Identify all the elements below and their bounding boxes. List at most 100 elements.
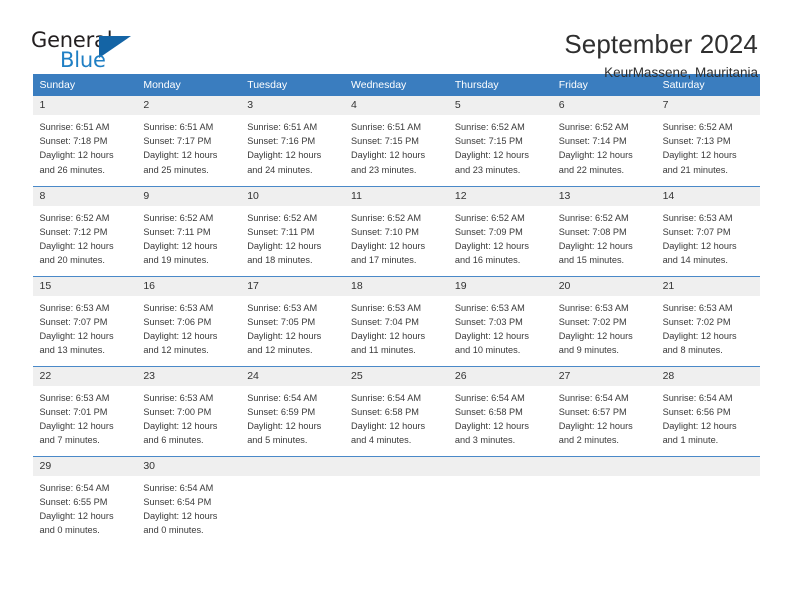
- day-number: 20: [551, 276, 656, 296]
- calendar-day-cell[interactable]: 27 Sunrise: 6:54 AM Sunset: 6:57 PM Dayligh…: [551, 365, 656, 456]
- sunrise-time: Sunrise: 6:54 AM: [454, 392, 525, 403]
- calendar-day-cell[interactable]: 2 Sunrise: 6:51 AM Sunset: 7:17 PM Daylight…: [136, 96, 241, 186]
- calendar-day-cell-empty: [240, 455, 345, 546]
- calendar-body: 1 Sunrise: 6:51 AM Sunset: 7:18 PM Daylight…: [32, 96, 760, 546]
- sunrise-time: Sunrise: 6:52 AM: [662, 122, 733, 132]
- day-details: Sunrise: 6:54 AM Sunset: 6:55 PM Daylight:…: [33, 476, 137, 538]
- calendar-day-cell[interactable]: 30 Sunrise: 6:54 AM Sunset: 6:54 PM Dayligh…: [136, 455, 241, 546]
- day-details: Sunrise: 6:52 AM Sunset: 7:08 PM Daylight:…: [552, 206, 656, 268]
- daylight-duration-line1: Daylight: 12 hours: [39, 240, 114, 251]
- calendar-day-cell[interactable]: 14 Sunrise: 6:53 AM Sunset: 7:07 PM Dayligh…: [655, 185, 760, 276]
- sunrise-time: Sunrise: 6:53 AM: [662, 302, 733, 313]
- daylight-duration-line2: and 12 minutes.: [143, 345, 209, 356]
- daylight-duration-line2: and 9 minutes.: [558, 345, 619, 356]
- title-block: September 2024 KeurMassene, Mauritania: [564, 28, 758, 83]
- calendar-day-cell[interactable]: 22 Sunrise: 6:53 AM Sunset: 7:01 PM Dayligh…: [32, 365, 137, 456]
- sunrise-time: Sunrise: 6:52 AM: [454, 122, 525, 132]
- daylight-duration-line2: and 10 minutes.: [454, 345, 521, 356]
- sunset-time: Sunset: 7:03 PM: [454, 316, 523, 327]
- calendar-day-cell[interactable]: 16 Sunrise: 6:53 AM Sunset: 7:06 PM Dayligh…: [136, 275, 241, 366]
- day-number: 26: [447, 366, 552, 386]
- calendar-day-cell[interactable]: 18 Sunrise: 6:53 AM Sunset: 7:04 PM Dayligh…: [344, 275, 448, 366]
- calendar-day-cell[interactable]: 6 Sunrise: 6:52 AM Sunset: 7:14 PM Daylight…: [551, 96, 656, 186]
- daylight-duration-line1: Daylight: 12 hours: [39, 510, 114, 521]
- sunset-time: Sunset: 7:15 PM: [351, 136, 419, 147]
- daylight-duration-line2: and 26 minutes.: [39, 164, 105, 175]
- calendar-day-cell[interactable]: 24 Sunrise: 6:54 AM Sunset: 6:59 PM Dayligh…: [240, 365, 345, 456]
- sunset-time: Sunset: 6:54 PM: [143, 496, 212, 507]
- calendar-week-row: 29 Sunrise: 6:54 AM Sunset: 6:55 PM Dayligh…: [32, 455, 760, 546]
- calendar-day-cell[interactable]: 9 Sunrise: 6:52 AM Sunset: 7:11 PM Daylight…: [136, 185, 241, 276]
- day-number: 8: [32, 186, 137, 206]
- calendar-day-cell[interactable]: 4 Sunrise: 6:51 AM Sunset: 7:15 PM Daylight…: [344, 96, 448, 186]
- calendar-day-cell[interactable]: 3 Sunrise: 6:51 AM Sunset: 7:16 PM Daylight…: [240, 96, 345, 186]
- daylight-duration-line1: Daylight: 12 hours: [39, 420, 114, 431]
- daylight-duration-line2: and 14 minutes.: [662, 255, 728, 266]
- calendar-day-cell[interactable]: 5 Sunrise: 6:52 AM Sunset: 7:15 PM Daylight…: [447, 96, 552, 186]
- calendar-day-cell[interactable]: 8 Sunrise: 6:52 AM Sunset: 7:12 PM Daylight…: [32, 185, 137, 276]
- sunset-time: Sunset: 7:02 PM: [662, 316, 731, 327]
- day-details: Sunrise: 6:51 AM Sunset: 7:16 PM Daylight:…: [240, 115, 344, 177]
- calendar-week-row: 8 Sunrise: 6:52 AM Sunset: 7:12 PM Daylight…: [32, 185, 760, 276]
- calendar-day-cell[interactable]: 10 Sunrise: 6:52 AM Sunset: 7:11 PM Dayligh…: [240, 185, 345, 276]
- sunset-time: Sunset: 7:12 PM: [39, 226, 108, 237]
- calendar-day-cell[interactable]: 25 Sunrise: 6:54 AM Sunset: 6:58 PM Dayligh…: [344, 365, 448, 456]
- day-number: 30: [136, 456, 241, 476]
- day-number: 12: [447, 186, 552, 206]
- calendar-day-cell[interactable]: 21 Sunrise: 6:53 AM Sunset: 7:02 PM Dayligh…: [655, 275, 760, 366]
- calendar-day-cell[interactable]: 13 Sunrise: 6:52 AM Sunset: 7:08 PM Dayligh…: [551, 185, 656, 276]
- sunset-time: Sunset: 7:07 PM: [39, 316, 108, 327]
- weekday-header-monday: Monday: [136, 74, 241, 96]
- daylight-duration-line2: and 18 minutes.: [247, 255, 313, 266]
- day-details: Sunrise: 6:53 AM Sunset: 7:00 PM Daylight:…: [136, 386, 240, 448]
- general-blue-logo[interactable]: General Blue: [31, 28, 146, 76]
- calendar-day-cell[interactable]: 1 Sunrise: 6:51 AM Sunset: 7:18 PM Daylight…: [32, 96, 137, 186]
- calendar-day-cell[interactable]: 7 Sunrise: 6:52 AM Sunset: 7:13 PM Daylight…: [655, 96, 760, 186]
- day-details: Sunrise: 6:51 AM Sunset: 7:17 PM Daylight:…: [136, 115, 240, 177]
- sunset-time: Sunset: 7:16 PM: [247, 136, 316, 147]
- calendar-day-cell[interactable]: 20 Sunrise: 6:53 AM Sunset: 7:02 PM Dayligh…: [551, 275, 656, 366]
- daylight-duration-line1: Daylight: 12 hours: [39, 150, 114, 161]
- day-number: 29: [32, 456, 137, 476]
- weekday-header-sunday: Sunday: [32, 74, 137, 96]
- sunset-time: Sunset: 7:04 PM: [351, 316, 419, 327]
- sunrise-time: Sunrise: 6:52 AM: [454, 212, 525, 223]
- calendar-day-cell[interactable]: 15 Sunrise: 6:53 AM Sunset: 7:07 PM Dayligh…: [32, 275, 137, 366]
- calendar-day-cell[interactable]: 19 Sunrise: 6:53 AM Sunset: 7:03 PM Dayligh…: [447, 275, 552, 366]
- day-details: Sunrise: 6:53 AM Sunset: 7:07 PM Daylight:…: [656, 206, 760, 268]
- calendar-day-cell[interactable]: 29 Sunrise: 6:54 AM Sunset: 6:55 PM Dayligh…: [32, 455, 137, 546]
- daylight-duration-line1: Daylight: 12 hours: [662, 240, 737, 251]
- calendar-day-cell[interactable]: 26 Sunrise: 6:54 AM Sunset: 6:58 PM Dayligh…: [447, 365, 552, 456]
- day-number: [240, 456, 345, 476]
- daylight-duration-line2: and 6 minutes.: [143, 435, 204, 446]
- daylight-duration-line2: and 23 minutes.: [351, 164, 417, 175]
- sunset-time: Sunset: 6:56 PM: [662, 406, 731, 417]
- calendar-day-cell[interactable]: 28 Sunrise: 6:54 AM Sunset: 6:56 PM Dayligh…: [655, 365, 760, 456]
- day-number: 10: [240, 186, 345, 206]
- calendar-day-cell[interactable]: 23 Sunrise: 6:53 AM Sunset: 7:00 PM Dayligh…: [136, 365, 241, 456]
- day-number: 15: [32, 276, 137, 296]
- calendar-day-cell[interactable]: 12 Sunrise: 6:52 AM Sunset: 7:09 PM Dayligh…: [447, 185, 552, 276]
- sunset-time: Sunset: 6:58 PM: [454, 406, 523, 417]
- day-details: Sunrise: 6:54 AM Sunset: 6:58 PM Daylight:…: [344, 386, 448, 448]
- calendar-day-cell-empty: [655, 455, 760, 546]
- sunset-time: Sunset: 7:14 PM: [558, 136, 627, 147]
- daylight-duration-line1: Daylight: 12 hours: [558, 240, 633, 251]
- day-details: Sunrise: 6:53 AM Sunset: 7:05 PM Daylight:…: [240, 296, 344, 358]
- daylight-duration-line1: Daylight: 12 hours: [558, 420, 633, 431]
- daylight-duration-line2: and 7 minutes.: [39, 435, 100, 446]
- sunrise-time: Sunrise: 6:53 AM: [454, 302, 525, 313]
- calendar-week-row: 1 Sunrise: 6:51 AM Sunset: 7:18 PM Daylight…: [32, 96, 760, 186]
- sunrise-time: Sunrise: 6:53 AM: [39, 302, 110, 313]
- calendar-day-cell[interactable]: 11 Sunrise: 6:52 AM Sunset: 7:10 PM Dayligh…: [344, 185, 448, 276]
- sunset-time: Sunset: 6:58 PM: [351, 406, 419, 417]
- daylight-duration-line1: Daylight: 12 hours: [662, 420, 737, 431]
- daylight-duration-line2: and 13 minutes.: [39, 345, 105, 356]
- calendar-day-cell[interactable]: 17 Sunrise: 6:53 AM Sunset: 7:05 PM Dayligh…: [240, 275, 345, 366]
- day-details: Sunrise: 6:53 AM Sunset: 7:04 PM Daylight:…: [344, 296, 448, 358]
- day-number: 17: [240, 276, 345, 296]
- day-number: 25: [344, 366, 448, 386]
- daylight-duration-line2: and 11 minutes.: [351, 345, 416, 356]
- day-details: Sunrise: 6:52 AM Sunset: 7:14 PM Daylight:…: [552, 115, 656, 177]
- daylight-duration-line2: and 19 minutes.: [143, 255, 209, 266]
